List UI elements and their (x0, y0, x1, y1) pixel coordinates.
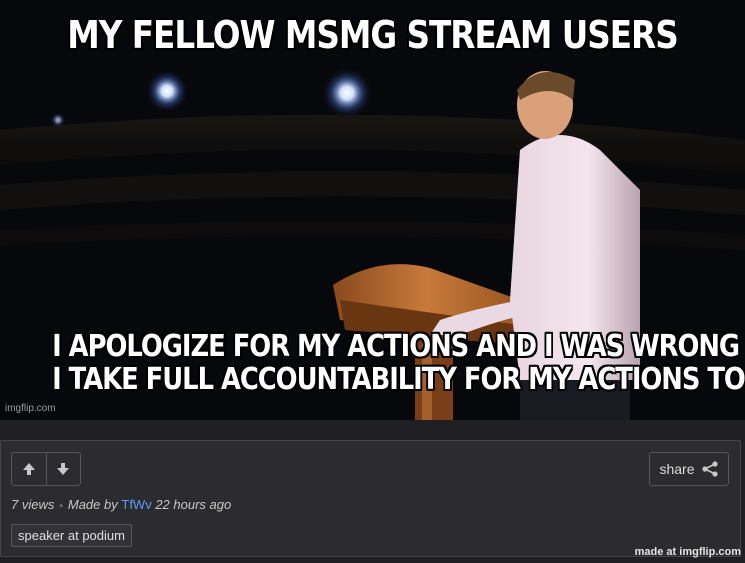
stats-separator: • (59, 501, 63, 512)
meme-image: MY FELLOW MSMG STREAM USERS I APOLOGIZE … (0, 0, 745, 420)
made-by-label: Made by (67, 497, 118, 512)
arrow-up-icon (22, 463, 35, 475)
upvote-button[interactable] (12, 453, 46, 485)
meme-top-text: MY FELLOW MSMG STREAM USERS (67, 13, 678, 57)
share-label: share (659, 461, 695, 477)
vote-buttons (11, 452, 81, 486)
downvote-button[interactable] (45, 453, 81, 485)
share-button[interactable]: share (649, 452, 729, 486)
meme-bottom-line-2: I TAKE FULL ACCOUNTABILITY FOR MY ACTION… (52, 362, 745, 397)
imgflip-watermark: imgflip.com (5, 403, 56, 414)
share-icon (701, 461, 718, 477)
meme-bottom-line-1: I APOLOGIZE FOR MY ACTIONS AND I WAS WRO… (52, 329, 740, 364)
author-link[interactable]: TfWv (121, 497, 151, 512)
meme-stats: 7 views • Made by TfWv 22 hours ago (11, 497, 231, 512)
time-ago: 22 hours ago (155, 497, 232, 512)
arrow-down-icon (57, 463, 70, 475)
view-count: 7 views (11, 497, 55, 512)
meme-bottom-text: I APOLOGIZE FOR MY ACTIONS AND I WAS WRO… (52, 329, 745, 397)
made-at-imgflip: made at imgflip.com (634, 546, 741, 558)
meme-info-panel: share 7 views • Made by TfWv 22 hours ago … (0, 440, 741, 557)
template-tag[interactable]: speaker at podium (11, 524, 132, 547)
